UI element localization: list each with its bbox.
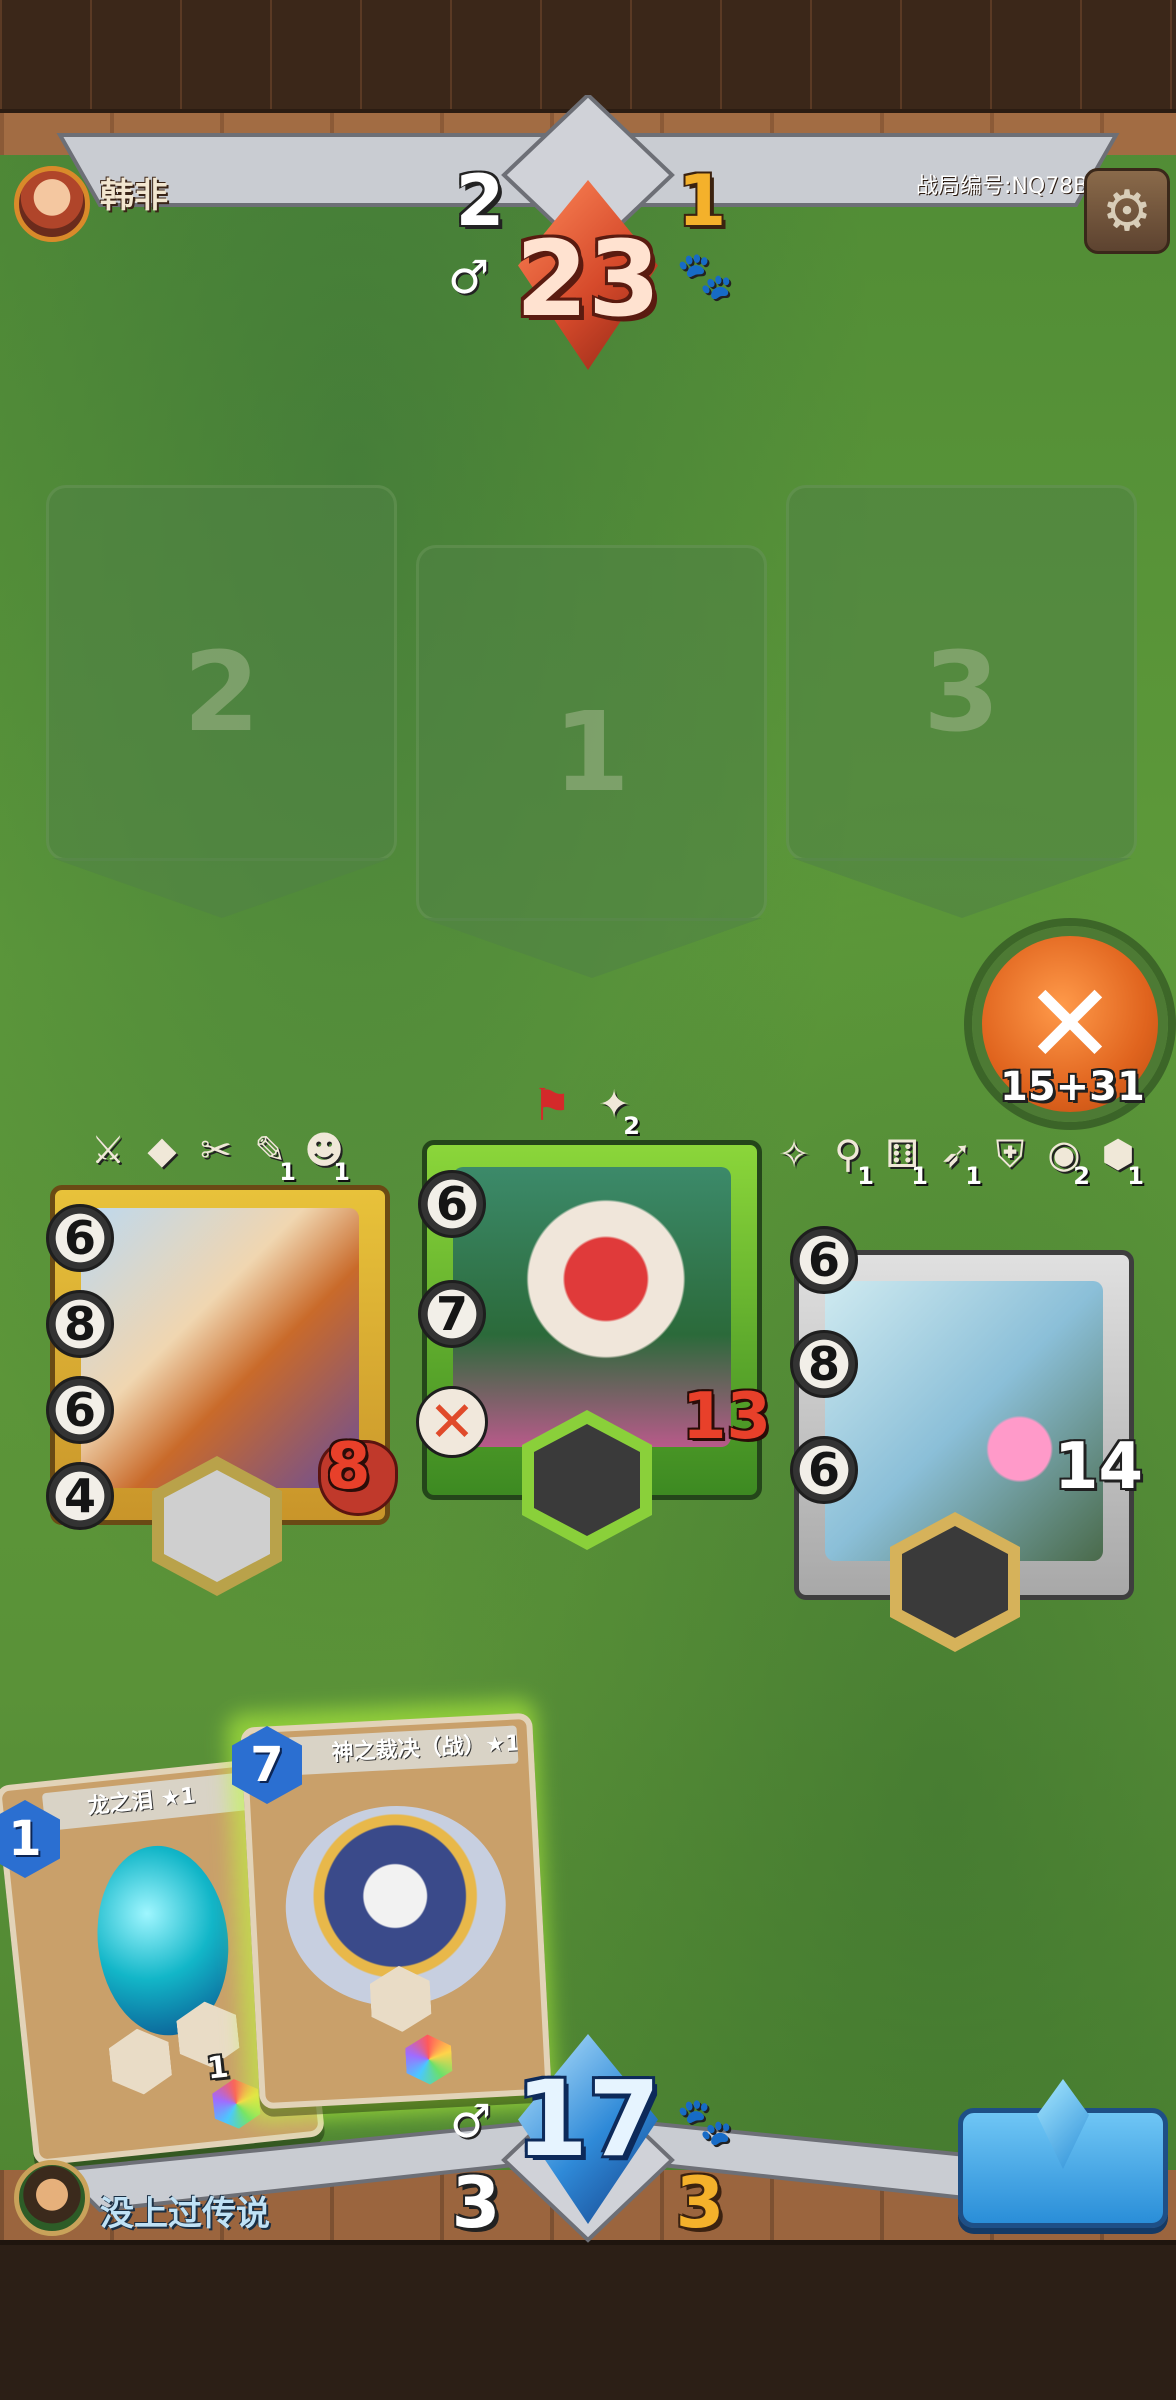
lane-number: 2: [183, 628, 260, 756]
buff-count: 1: [965, 1162, 982, 1190]
orb-icon: ◉ 2: [1047, 1132, 1090, 1190]
stat-dice: 6: [418, 1170, 486, 1238]
stat-sword: 4: [46, 1462, 114, 1530]
stat-dice: 6: [46, 1204, 114, 1272]
stat-grapple: 8: [46, 1290, 114, 1358]
hand-card-name: 神之裁决（战）★1: [286, 1725, 519, 1776]
scissors-icon: ✂: [200, 1128, 232, 1172]
wolf-icon: ✦ 2: [598, 1082, 640, 1140]
player-right-count: 3: [675, 2162, 725, 2244]
card-power: 14: [1054, 1430, 1144, 1504]
end-turn-button[interactable]: [958, 2079, 1168, 2228]
buff-count: 1: [911, 1162, 928, 1190]
feather-icon: ✧: [778, 1132, 810, 1176]
opponent-avatar[interactable]: [14, 166, 90, 242]
buff-count: 1: [857, 1162, 874, 1190]
buff-count: 2: [623, 1112, 640, 1140]
opponent-dice-icon: ♂: [448, 250, 490, 304]
scroll-icon: ✎ 1: [254, 1128, 296, 1186]
buff-count: 2: [1073, 1162, 1090, 1190]
stat-bow: 6: [790, 1436, 858, 1504]
opponent-name: 韩非: [100, 176, 168, 216]
player-dice-icon: ♂: [450, 2094, 492, 2148]
player-name: 没上过传说: [100, 2194, 270, 2234]
card-power: 8: [326, 1430, 371, 1504]
stat-grapple: 7: [418, 1280, 486, 1348]
game-screen: 韩非 战局编号:NQ78B ⚙ 2 ♂ 23 1 🐾 2 1 3 ✕ 15+31…: [0, 0, 1176, 2400]
lane-3[interactable]: 3: [786, 485, 1137, 861]
buff-count: 1: [279, 1158, 296, 1186]
lane-1[interactable]: 1: [416, 545, 767, 921]
card3-buff-row: ✧ ⚲ 1 ⚅ 1 ➶ 1 ⛨ ◉ 2 ⬢ 1: [770, 1130, 1144, 1190]
settings-gear-icon[interactable]: ⚙: [1084, 168, 1170, 254]
card-art: [81, 1208, 359, 1488]
rainbow-gem-icon: ⬢ 1: [1101, 1132, 1144, 1190]
card1-buff-row: ⚔ ◆ ✂ ✎ 1 ☻ 1: [84, 1126, 350, 1186]
buff-count: 1: [333, 1158, 350, 1186]
disabled-x-icon: ✕: [416, 1386, 488, 1458]
lane-2[interactable]: 2: [46, 485, 397, 861]
flag-icon: ⚑: [532, 1080, 572, 1131]
soldier-icon: ☻ 1: [304, 1128, 350, 1186]
dice-plus-icon: ⚅ 1: [885, 1132, 928, 1190]
player-paw-icon: 🐾: [676, 2094, 734, 2148]
opponent-right-count: 1: [677, 160, 727, 242]
shield-icon: ⛨: [995, 1132, 1025, 1176]
grapple-plus-icon: ⚲ 1: [834, 1132, 874, 1190]
battle-id: 战局编号:NQ78B: [916, 174, 1089, 199]
card-power: 13: [682, 1380, 772, 1454]
player-avatar[interactable]: [14, 2160, 90, 2236]
stat-dice: 6: [790, 1226, 858, 1294]
stat-bow: 6: [46, 1376, 114, 1444]
lane-number: 3: [923, 628, 1000, 756]
crystal-cancel-icon: ◆: [147, 1128, 177, 1172]
buff-count: 1: [1127, 1162, 1144, 1190]
lane-number: 1: [553, 688, 630, 816]
player-left-count: 3: [451, 2162, 501, 2244]
opponent-score: 23: [515, 218, 661, 340]
player-score: 17: [515, 2058, 661, 2180]
fight-bonus-label: 15+31: [1000, 1064, 1145, 1110]
crossed-sticks-icon: ⚔: [90, 1128, 126, 1172]
opponent-paw-icon: 🐾: [676, 248, 734, 302]
bow-plus-icon: ➶ 1: [940, 1132, 982, 1190]
stat-grapple: 8: [790, 1330, 858, 1398]
